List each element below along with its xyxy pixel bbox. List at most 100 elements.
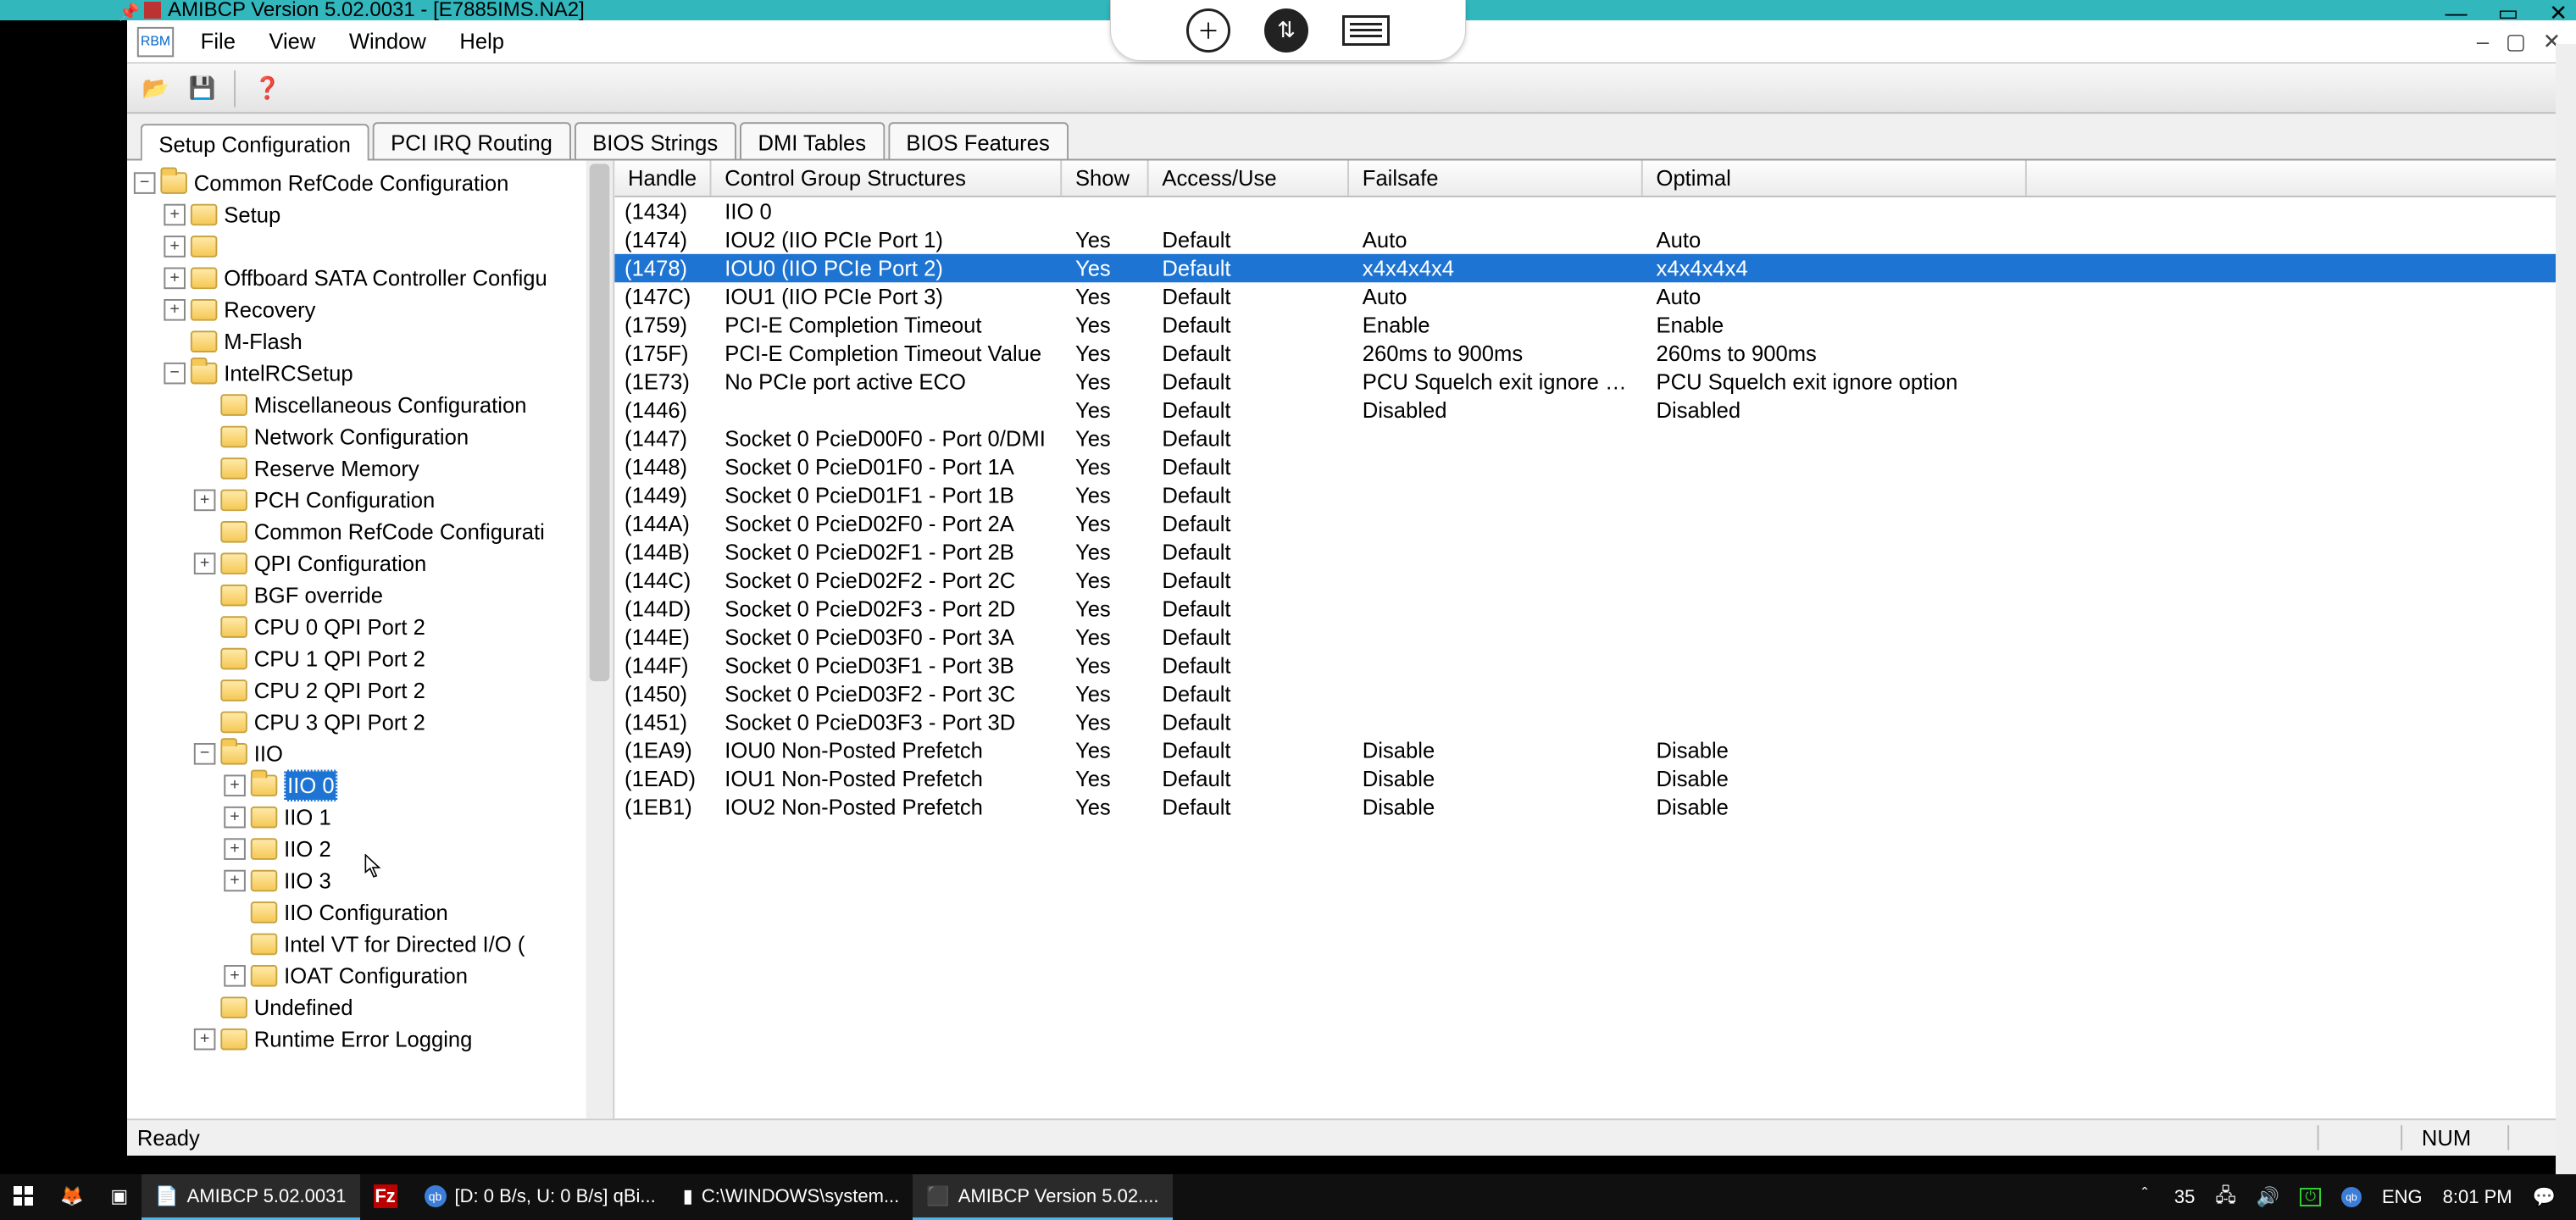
table-row[interactable]: (144F)Socket 0 PcieD03F1 - Port 3BYesDef…	[614, 652, 2576, 679]
col-optimal[interactable]: Optimal	[1643, 160, 2027, 195]
tree-item[interactable]: IIO Configuration	[284, 896, 448, 928]
tray-app-icon[interactable]: qb	[2341, 1187, 2362, 1207]
tree-item[interactable]: QPI Configuration	[254, 548, 427, 580]
table-row[interactable]: (1451)Socket 0 PcieD03F3 - Port 3DYesDef…	[614, 708, 2576, 736]
mdi-restore-button[interactable]: ▢	[2506, 28, 2526, 55]
expander-icon[interactable]: +	[224, 870, 246, 892]
tree-item[interactable]: Setup	[224, 199, 280, 230]
tree-item[interactable]: PCH Configuration	[254, 485, 436, 516]
tray-volume-icon[interactable]: 🔊	[2257, 1186, 2279, 1208]
taskbar-amibcp[interactable]: 📄AMIBCP 5.02.0031	[142, 1174, 359, 1220]
close-button[interactable]: ✕	[2549, 0, 2568, 26]
taskbar-terminal[interactable]: ▣	[97, 1174, 142, 1220]
table-row[interactable]: (1EA9)IOU0 Non-Posted PrefetchYesDefault…	[614, 736, 2576, 764]
tray-network-icon[interactable]: 🖧	[2215, 1181, 2236, 1213]
tree-item[interactable]: CPU 3 QPI Port 2	[254, 707, 425, 738]
scrollbar-thumb[interactable]	[590, 164, 610, 681]
col-control-group[interactable]: Control Group Structures	[712, 160, 1063, 195]
expander-icon[interactable]: +	[194, 1029, 216, 1051]
tree-item[interactable]: Offboard SATA Controller Configu	[224, 263, 547, 294]
help-button[interactable]: ❓	[246, 68, 289, 108]
col-failsafe[interactable]: Failsafe	[1349, 160, 1643, 195]
col-show[interactable]: Show	[1062, 160, 1148, 195]
tab-setup-configuration[interactable]: Setup Configuration	[141, 124, 369, 160]
tree-scrollbar[interactable]	[586, 160, 613, 1118]
mdi-app-icon[interactable]: RBM	[137, 26, 174, 56]
expander-icon[interactable]: +	[164, 268, 186, 290]
outer-vertical-scrollbar[interactable]	[2556, 44, 2576, 1174]
table-row[interactable]: (147C)IOU1 (IIO PCIe Port 3)YesDefaultAu…	[614, 282, 2576, 310]
tab-bios-strings[interactable]: BIOS Strings	[574, 122, 736, 158]
expander-icon[interactable]: −	[164, 363, 186, 385]
expander-icon[interactable]: +	[224, 965, 246, 987]
maximize-button[interactable]: ▭	[2498, 0, 2519, 26]
taskbar-amibcp-2[interactable]: ⬛AMIBCP Version 5.02....	[913, 1174, 1172, 1220]
tree-item[interactable]: Undefined	[254, 992, 353, 1023]
setup-tree[interactable]: −Common RefCode Configuration +Setup + +…	[127, 160, 613, 1062]
tree-item[interactable]: CPU 2 QPI Port 2	[254, 674, 425, 706]
tree-item-selected[interactable]: IIO 0	[284, 770, 337, 801]
table-row[interactable]: (1447)Socket 0 PcieD00F0 - Port 0/DMIYes…	[614, 424, 2576, 452]
start-button[interactable]	[0, 1174, 47, 1220]
tree-item[interactable]: M-Flash	[224, 326, 302, 358]
tree-item[interactable]: Intel VT for Directed I/O (	[284, 929, 525, 960]
tree-item[interactable]: BGF override	[254, 580, 383, 611]
tray-clock[interactable]: 8:01 PM	[2443, 1186, 2512, 1208]
expander-icon[interactable]: +	[164, 299, 186, 321]
tree-item[interactable]: CPU 0 QPI Port 2	[254, 611, 425, 642]
table-row[interactable]: (1E73)No PCIe port active ECOYesDefaultP…	[614, 368, 2576, 396]
menu-window[interactable]: Window	[332, 24, 443, 58]
tree-item[interactable]: IntelRCSetup	[224, 358, 353, 389]
table-row[interactable]: (144A)Socket 0 PcieD02F0 - Port 2AYesDef…	[614, 509, 2576, 537]
taskbar-firefox[interactable]: 🦊	[47, 1174, 97, 1220]
tree-item[interactable]: Common RefCode Configurati	[254, 516, 545, 547]
tree-item[interactable]: IIO 1	[284, 801, 331, 833]
tree-item[interactable]: IIO 2	[284, 833, 331, 864]
expander-icon[interactable]: +	[224, 807, 246, 829]
taskbar-cmd[interactable]: ▮C:\WINDOWS\system...	[669, 1174, 913, 1220]
table-row[interactable]: (144C)Socket 0 PcieD02F2 - Port 2CYesDef…	[614, 566, 2576, 594]
expander-icon[interactable]: +	[164, 236, 186, 258]
tree-item[interactable]: Network Configuration	[254, 421, 469, 452]
tray-overflow-button[interactable]: ＾	[2135, 1184, 2154, 1211]
swap-session-button[interactable]: ⇅	[1264, 8, 1308, 53]
pin-icon[interactable]: 📌	[119, 2, 140, 23]
open-button[interactable]: 📂	[134, 68, 177, 108]
table-row[interactable]: (1434)IIO 0	[614, 197, 2576, 225]
tree-item[interactable]: IIO 3	[284, 865, 331, 896]
grid-body[interactable]: (1434)IIO 0(1474)IOU2 (IIO PCIe Port 1)Y…	[614, 197, 2576, 822]
expander-icon[interactable]: +	[194, 490, 216, 512]
minimize-button[interactable]: —	[2446, 0, 2468, 26]
tab-dmi-tables[interactable]: DMI Tables	[740, 122, 885, 158]
tree-item[interactable]: Reserve Memory	[254, 452, 419, 484]
table-row[interactable]: (144D)Socket 0 PcieD02F3 - Port 2DYesDef…	[614, 595, 2576, 623]
expander-icon[interactable]: +	[164, 204, 186, 226]
menu-view[interactable]: View	[253, 24, 332, 58]
zoom-in-button[interactable]: ＋	[1186, 8, 1230, 53]
expander-icon[interactable]: +	[194, 552, 216, 574]
tray-language[interactable]: ENG	[2382, 1186, 2423, 1208]
table-row[interactable]: (1EB1)IOU2 Non-Posted PrefetchYesDefault…	[614, 793, 2576, 821]
menu-file[interactable]: File	[184, 24, 253, 58]
tray-notifications-icon[interactable]: 💬	[2533, 1186, 2556, 1208]
taskbar-filezilla[interactable]: Fz	[360, 1174, 411, 1220]
table-row[interactable]: (1449)Socket 0 PcieD01F1 - Port 1BYesDef…	[614, 481, 2576, 509]
tree-item[interactable]: IIO	[254, 738, 283, 769]
expander-icon[interactable]: +	[224, 838, 246, 860]
table-row[interactable]: (1446)YesDefaultDisabledDisabled	[614, 396, 2576, 424]
col-access-use[interactable]: Access/Use	[1149, 160, 1349, 195]
tray-temperature[interactable]: 35	[2174, 1186, 2195, 1208]
onscreen-keyboard-button[interactable]	[1342, 15, 1390, 46]
expander-icon[interactable]: −	[194, 743, 216, 765]
table-row[interactable]: (1478)IOU0 (IIO PCIe Port 2)YesDefaultx4…	[614, 254, 2576, 282]
table-row[interactable]: (1474)IOU2 (IIO PCIe Port 1)YesDefaultAu…	[614, 225, 2576, 253]
table-row[interactable]: (144E)Socket 0 PcieD03F0 - Port 3AYesDef…	[614, 623, 2576, 651]
tree-item[interactable]: CPU 1 QPI Port 2	[254, 643, 425, 674]
table-row[interactable]: (1759)PCI-E Completion TimeoutYesDefault…	[614, 311, 2576, 339]
tree-item[interactable]: Recovery	[224, 294, 315, 325]
tree-item[interactable]: Miscellaneous Configuration	[254, 389, 527, 420]
save-button[interactable]: 💾	[180, 68, 224, 108]
mdi-minimize-button[interactable]: –	[2477, 28, 2489, 55]
tray-battery-icon[interactable]: ⏻	[2300, 1188, 2321, 1206]
menu-help[interactable]: Help	[443, 24, 521, 58]
